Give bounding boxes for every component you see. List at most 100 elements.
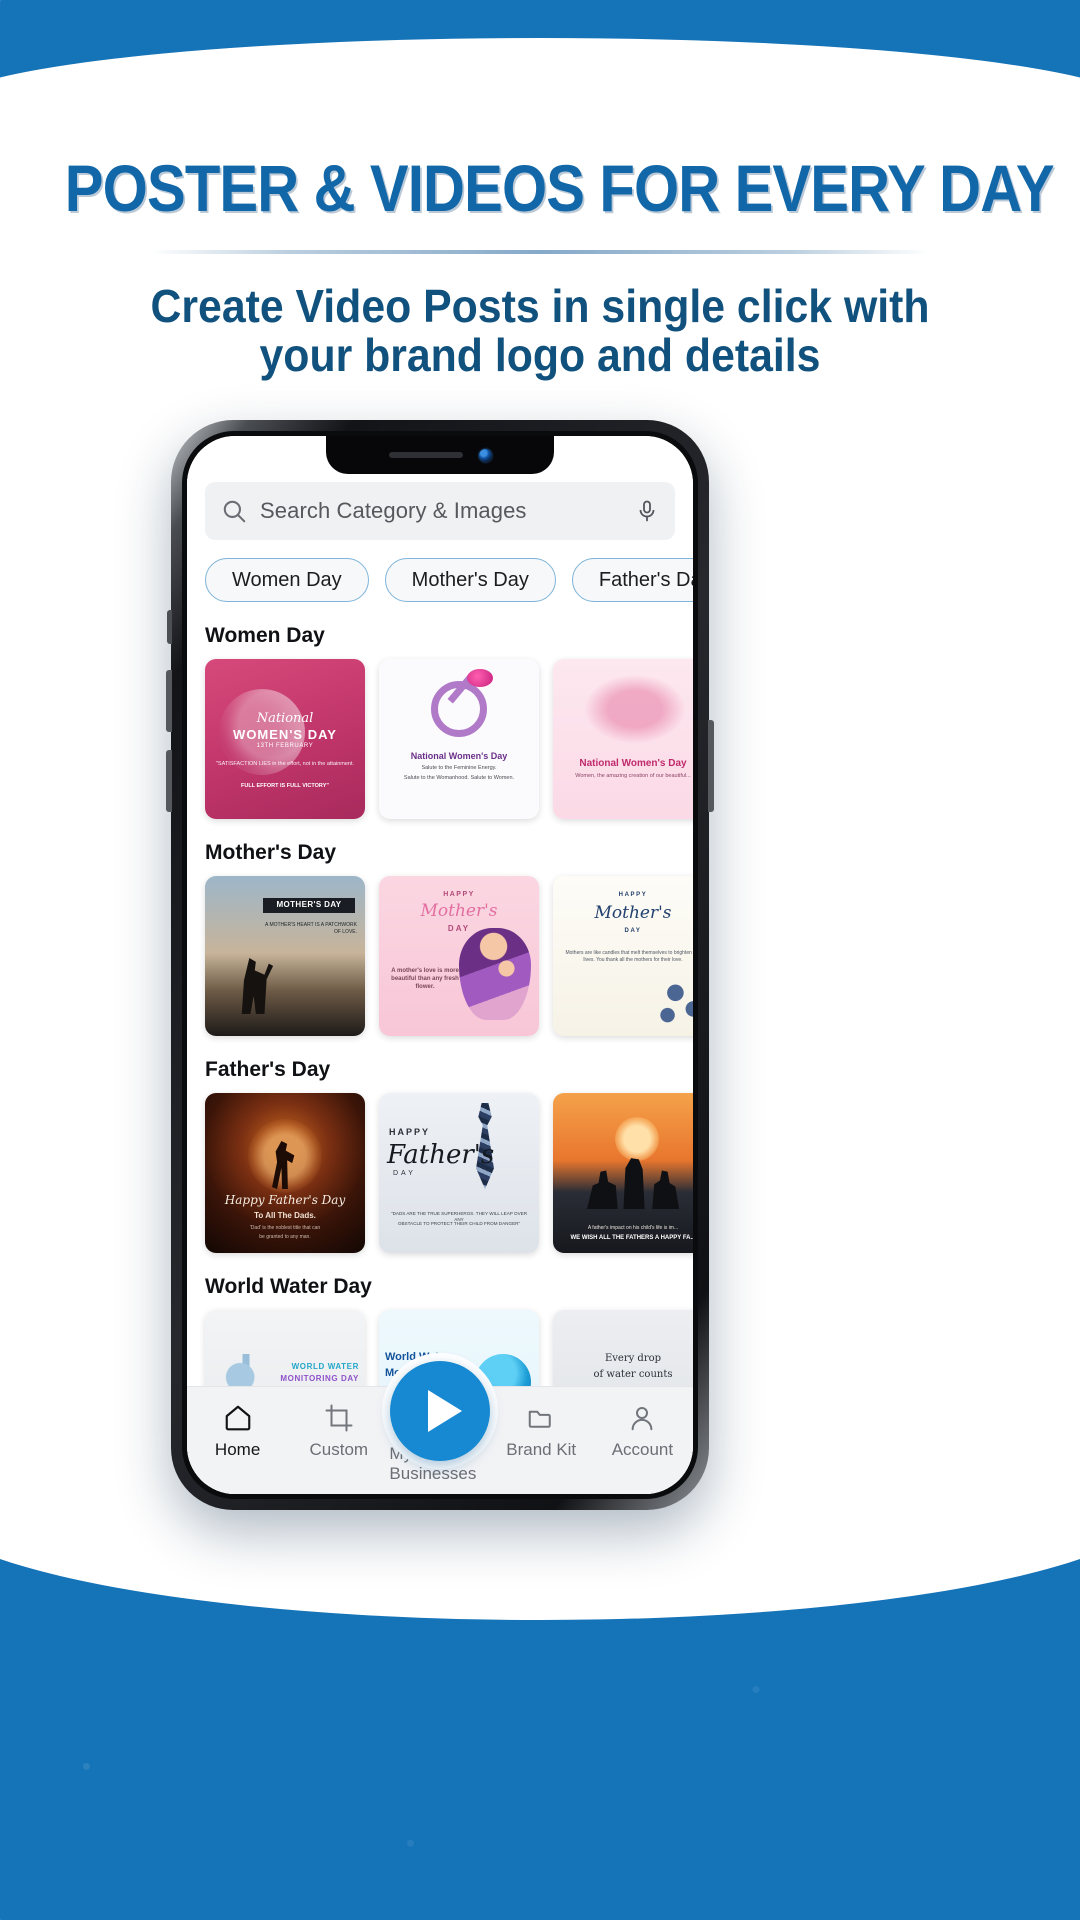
card-line: National Women's Day: [579, 758, 687, 769]
chip-mothers-day[interactable]: Mother's Day: [384, 558, 556, 602]
crop-icon: [324, 1403, 354, 1433]
promo-subline-1: Create Video Posts in single click with: [150, 280, 930, 332]
promo-header: POSTER & VIDEOS FOR EVERY DAY Create Vid…: [0, 150, 1080, 380]
card-line: of water counts: [593, 1369, 673, 1380]
phone-bezel: Search Category & Images Women Day Mothe…: [182, 431, 698, 1499]
nav-label: Brand Kit: [506, 1440, 577, 1459]
card-line: HAPPY: [389, 1127, 431, 1137]
nav-item-custom[interactable]: Custom: [288, 1403, 389, 1460]
ribbon-bow-icon: [467, 669, 493, 687]
card-line: DAY: [624, 928, 642, 934]
word-cloud-graphic: [585, 675, 685, 743]
section-fathers-day: Father's Day Happy Father's Day To All T…: [205, 1058, 693, 1253]
play-fab[interactable]: [390, 1361, 490, 1461]
section-mothers-day: Mother's Day MOTHER'S DAY A MOTHER'S HEA…: [205, 841, 693, 1036]
card-line: Mothers are like candles that melt thems…: [565, 950, 693, 963]
card-line: MONITORING DAY: [280, 1374, 359, 1383]
card-happy-mothers-day-cream[interactable]: HAPPY Mother's DAY Mothers are like cand…: [553, 876, 693, 1036]
card-happy-fathers-day-brown[interactable]: Happy Father's Day To All The Dads. 'Dad…: [205, 1093, 365, 1253]
card-row[interactable]: Happy Father's Day To All The Dads. 'Dad…: [205, 1093, 693, 1253]
app-ui: Search Category & Images Women Day Mothe…: [187, 436, 693, 1494]
card-national-womens-day-pink[interactable]: National WOMEN'S DAY 13TH FEBRUARY "SATI…: [205, 659, 365, 819]
phone-notch: [326, 436, 554, 474]
card-line: OBSTACLE TO PROTECT THEIR CHILD FROM DAN…: [397, 1221, 521, 1226]
nav-label: Account: [611, 1440, 674, 1459]
card-line: Salute to the Womanhood. Salute to Women…: [403, 775, 515, 781]
faucet-drop-graphic: [217, 1354, 275, 1386]
card-line: 'Dad' is the noblest title that can: [249, 1225, 321, 1231]
card-line: FULL EFFORT IS FULL VICTORY": [241, 783, 329, 789]
power-button[interactable]: [708, 720, 714, 812]
user-icon: [627, 1403, 657, 1433]
card-line: A father's impact on his child's life is…: [587, 1224, 679, 1231]
card-line: WORLD WATER: [291, 1362, 359, 1371]
card-line: HAPPY: [443, 891, 475, 898]
card-fathers-day-family-sunset[interactable]: A father's impact on his child's life is…: [553, 1093, 693, 1253]
home-icon: [223, 1403, 253, 1433]
card-line: Happy Father's Day: [224, 1193, 346, 1207]
card-national-womens-day-typography[interactable]: National Women's Day Women, the amazing …: [553, 659, 693, 819]
card-mothers-day-silhouette[interactable]: MOTHER'S DAY A MOTHER'S HEART IS A PATCH…: [205, 876, 365, 1036]
card-line: "SATISFACTION LIES in the effort, not in…: [215, 761, 355, 767]
section-title: Father's Day: [205, 1058, 331, 1081]
card-line: DAY: [447, 924, 471, 933]
front-camera-icon: [478, 448, 492, 462]
header-divider: [150, 250, 930, 254]
chip-women-day[interactable]: Women Day: [205, 558, 369, 602]
card-line: Father's: [387, 1140, 495, 1170]
card-line: National Women's Day: [410, 751, 508, 761]
card-row[interactable]: National WOMEN'S DAY 13TH FEBRUARY "SATI…: [205, 659, 693, 819]
card-line: National: [256, 711, 314, 726]
microphone-icon[interactable]: [635, 499, 659, 523]
nav-item-account[interactable]: Account: [592, 1403, 693, 1460]
card-happy-mothers-day-pink[interactable]: HAPPY Mother's DAY A mother's love is mo…: [379, 876, 539, 1036]
silent-switch[interactable]: [167, 610, 172, 644]
mother-child-illustration: [459, 928, 531, 1020]
card-line: Every drop: [604, 1353, 662, 1364]
card-womens-day-venus-symbol[interactable]: National Women's Day Salute to the Femin…: [379, 659, 539, 819]
card-line: A MOTHER'S HEART IS A PATCHWORK OF LOVE.: [265, 922, 357, 935]
card-line: WE WISH ALL THE FATHERS A HAPPY FA...: [570, 1235, 693, 1242]
section-title: Women Day: [205, 624, 325, 647]
category-chip-row[interactable]: Women Day Mother's Day Father's Day: [187, 540, 693, 602]
folder-icon: [526, 1403, 556, 1433]
card-line: MOTHER'S DAY: [276, 900, 342, 909]
phone-screen: Search Category & Images Women Day Mothe…: [187, 436, 693, 1494]
chip-fathers-day[interactable]: Father's Day: [571, 558, 693, 602]
section-title: Mother's Day: [205, 841, 337, 864]
floral-graphic: [653, 968, 693, 1030]
card-line: 13TH FEBRUARY: [256, 743, 314, 749]
card-line: Women, the amazing creation of our beaut…: [575, 773, 691, 779]
phone-mockup: Search Category & Images Women Day Mothe…: [166, 420, 714, 1510]
card-line: WOMEN'S DAY: [233, 727, 337, 742]
card-line: Salute to the Feminine Energy.: [421, 765, 497, 771]
volume-up-button[interactable]: [166, 670, 172, 732]
volume-down-button[interactable]: [166, 750, 172, 812]
template-feed[interactable]: Women Day National WOMEN'S DAY 13TH FEBR…: [187, 602, 693, 1386]
card-every-drop-of-water-counts[interactable]: Every drop of water counts WORLD WATER M…: [553, 1310, 693, 1386]
nav-label: Home: [214, 1440, 261, 1459]
search-icon: [221, 498, 247, 524]
search-bar[interactable]: Search Category & Images: [205, 482, 675, 540]
promo-subline-2: your brand logo and details: [259, 329, 821, 382]
section-women-day: Women Day National WOMEN'S DAY 13TH FEBR…: [205, 624, 693, 819]
promo-headline: POSTER & VIDEOS FOR EVERY DAY: [64, 151, 1055, 225]
card-line: To All The Dads.: [254, 1211, 316, 1220]
nav-item-home[interactable]: Home: [187, 1403, 288, 1460]
bottom-navigation[interactable]: Home Custom Businesses Brand Kit Account: [187, 1353, 693, 1494]
card-line: HAPPY: [618, 892, 648, 898]
sun-graphic: [615, 1117, 659, 1161]
card-happy-fathers-day-tie[interactable]: HAPPY Father's DAY "DADS ARE THE TRUE SU…: [379, 1093, 539, 1253]
nav-label: Custom: [309, 1440, 369, 1459]
card-line: DAY: [393, 1170, 416, 1177]
card-line: Mother's: [594, 903, 672, 923]
nav-item-brand-kit[interactable]: Brand Kit: [491, 1403, 592, 1460]
card-line: A mother's love is more beautiful than a…: [391, 968, 459, 990]
play-icon: [427, 1390, 462, 1432]
card-line: be granted to any man.: [259, 1234, 311, 1240]
mother-child-silhouette: [241, 958, 274, 1014]
search-input[interactable]: Search Category & Images: [260, 498, 622, 524]
promo-page: POSTER & VIDEOS FOR EVERY DAY Create Vid…: [0, 0, 1080, 1920]
card-world-water-monitoring-day-grey[interactable]: WORLD WATER MONITORING DAY Let's remind …: [205, 1310, 365, 1386]
card-row[interactable]: MOTHER'S DAY A MOTHER'S HEART IS A PATCH…: [205, 876, 693, 1036]
